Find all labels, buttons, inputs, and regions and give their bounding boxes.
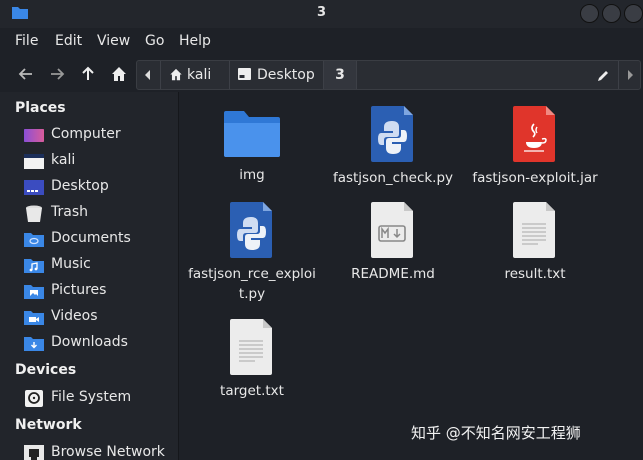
sidebar-item-label: Browse Network (51, 444, 165, 460)
arrow-up-icon (82, 66, 94, 80)
sidebar-item-label: Computer (51, 126, 121, 142)
path-segment-desktop[interactable]: Desktop (238, 61, 328, 89)
python-file-icon (230, 202, 272, 258)
music-folder-icon (24, 259, 44, 273)
maximize-button[interactable] (602, 4, 621, 23)
menu-edit[interactable]: Edit (55, 33, 82, 49)
sidebar-item-videos[interactable]: Videos (24, 307, 174, 329)
menu-bar: File Edit View Go Help (0, 28, 643, 56)
file-item-fastjson-exploit-jar[interactable]: fastjson-exploit.jar (470, 106, 600, 188)
pictures-folder-icon (24, 285, 44, 299)
videos-folder-icon (24, 311, 44, 325)
desktop-icon (238, 68, 251, 80)
documents-folder-icon (24, 233, 44, 247)
home-icon (170, 68, 182, 81)
home-button[interactable] (107, 62, 131, 86)
file-name: README.md (351, 266, 435, 282)
trash-icon (26, 205, 42, 222)
file-view: img fastjson_check.py fastjson-exploit.j… (179, 92, 643, 460)
sidebar-item-label: Pictures (51, 282, 107, 298)
chevron-left-icon (145, 70, 150, 80)
sidebar-item-kali[interactable]: kali (24, 151, 174, 173)
home-icon (112, 67, 126, 81)
sidebar-item-label: Documents (51, 230, 131, 246)
menu-help[interactable]: Help (179, 33, 211, 49)
file-item-result[interactable]: result.txt (470, 202, 600, 284)
folder-icon (224, 111, 280, 157)
markdown-file-icon (371, 202, 413, 258)
forward-button[interactable] (45, 62, 69, 86)
sidebar-item-trash[interactable]: Trash (24, 203, 174, 225)
sidebar: Places Computer kali Desktop Trash Docum… (0, 92, 178, 460)
path-bar: kali Desktop 3 (136, 60, 641, 90)
file-name: result.txt (504, 266, 566, 282)
edit-path-button[interactable] (592, 61, 614, 89)
sidebar-item-label: Music (51, 256, 91, 272)
back-button[interactable] (14, 62, 38, 86)
path-segment-home-label: kali (187, 67, 212, 83)
sidebar-item-label: Desktop (51, 178, 109, 194)
places-heading: Places (15, 100, 66, 116)
path-scroll-left-button[interactable] (137, 61, 159, 89)
pencil-icon (597, 71, 608, 81)
sidebar-item-label: File System (51, 389, 132, 405)
path-scroll-right-button[interactable] (619, 61, 640, 89)
home-folder-icon (24, 154, 44, 169)
file-item-fastjson-rce-exploit[interactable]: fastjson_rce_exploit.py (187, 202, 317, 304)
sidebar-item-downloads[interactable]: Downloads (24, 333, 174, 355)
file-item-img[interactable]: img (187, 109, 317, 185)
sidebar-item-label: Downloads (51, 334, 128, 350)
desktop-icon (24, 180, 44, 195)
close-button[interactable] (624, 4, 643, 23)
java-file-icon (513, 106, 555, 162)
path-segment-home[interactable]: kali (169, 61, 229, 89)
toolbar: kali Desktop 3 (0, 56, 643, 92)
arrow-right-icon (51, 68, 65, 80)
network-heading: Network (15, 417, 82, 433)
path-segment-desktop-label: Desktop (257, 67, 315, 83)
sidebar-item-label: Trash (51, 204, 88, 220)
menu-go[interactable]: Go (145, 33, 164, 49)
file-item-readme[interactable]: README.md (328, 202, 458, 284)
sidebar-item-documents[interactable]: Documents (24, 229, 174, 251)
sidebar-item-label: Videos (51, 308, 98, 324)
sidebar-item-desktop[interactable]: Desktop (24, 177, 174, 199)
sidebar-item-file-system[interactable]: File System (24, 388, 174, 410)
minimize-button[interactable] (580, 4, 599, 23)
file-name: fastjson_check.py (332, 170, 454, 186)
title-bar: 3 (0, 0, 643, 28)
sidebar-item-music[interactable]: Music (24, 255, 174, 277)
file-name: fastjson_rce_exploit.py (188, 266, 316, 302)
devices-heading: Devices (15, 362, 77, 378)
sidebar-item-label: kali (51, 152, 76, 168)
menu-view[interactable]: View (97, 33, 130, 49)
path-segment-current[interactable]: 3 (324, 61, 356, 89)
up-button[interactable] (76, 62, 100, 86)
chevron-right-icon (627, 70, 633, 80)
sidebar-item-browse-network[interactable]: Browse Network (24, 443, 174, 460)
sidebar-item-pictures[interactable]: Pictures (24, 281, 174, 303)
menu-file[interactable]: File (15, 33, 38, 49)
file-name: target.txt (220, 383, 284, 399)
file-name: fastjson-exploit.jar (472, 170, 598, 186)
sidebar-item-computer[interactable]: Computer (24, 125, 174, 147)
text-file-icon (513, 202, 555, 258)
network-icon (24, 445, 44, 460)
watermark: 知乎 @不知名网安工程狮 (411, 424, 581, 442)
python-file-icon (371, 106, 413, 162)
file-name: img (239, 167, 265, 183)
file-item-target[interactable]: target.txt (187, 319, 317, 401)
drive-icon (25, 390, 43, 407)
window-title: 3 (316, 5, 327, 20)
computer-icon (24, 129, 44, 142)
file-item-fastjson-check[interactable]: fastjson_check.py (328, 106, 458, 188)
downloads-folder-icon (24, 337, 44, 351)
arrow-left-icon (18, 68, 32, 80)
text-file-icon (230, 319, 272, 375)
